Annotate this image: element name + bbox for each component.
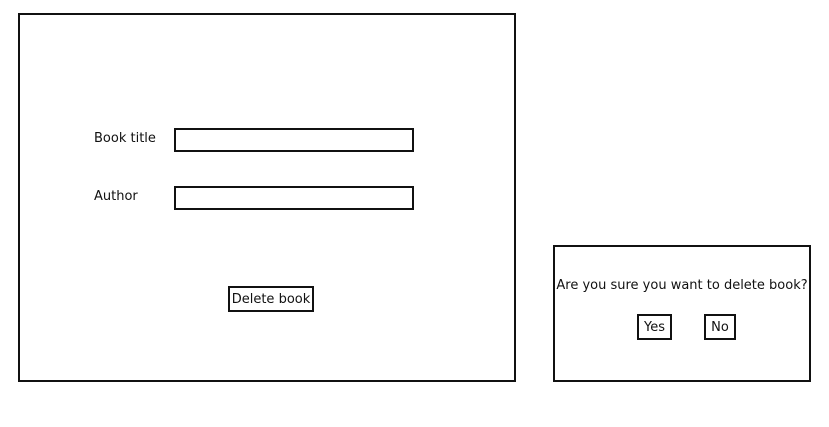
no-button[interactable]: No (704, 314, 736, 340)
author-label: Author (94, 189, 138, 204)
book-title-label: Book title (94, 131, 156, 146)
book-title-field[interactable] (174, 128, 414, 152)
delete-book-form: Book title Author Delete book (18, 13, 516, 382)
yes-button[interactable]: Yes (637, 314, 672, 340)
confirm-delete-dialog: Are you sure you want to delete book? Ye… (553, 245, 811, 382)
delete-book-button[interactable]: Delete book (228, 286, 314, 312)
confirm-question: Are you sure you want to delete book? (556, 278, 808, 293)
author-field[interactable] (174, 186, 414, 210)
